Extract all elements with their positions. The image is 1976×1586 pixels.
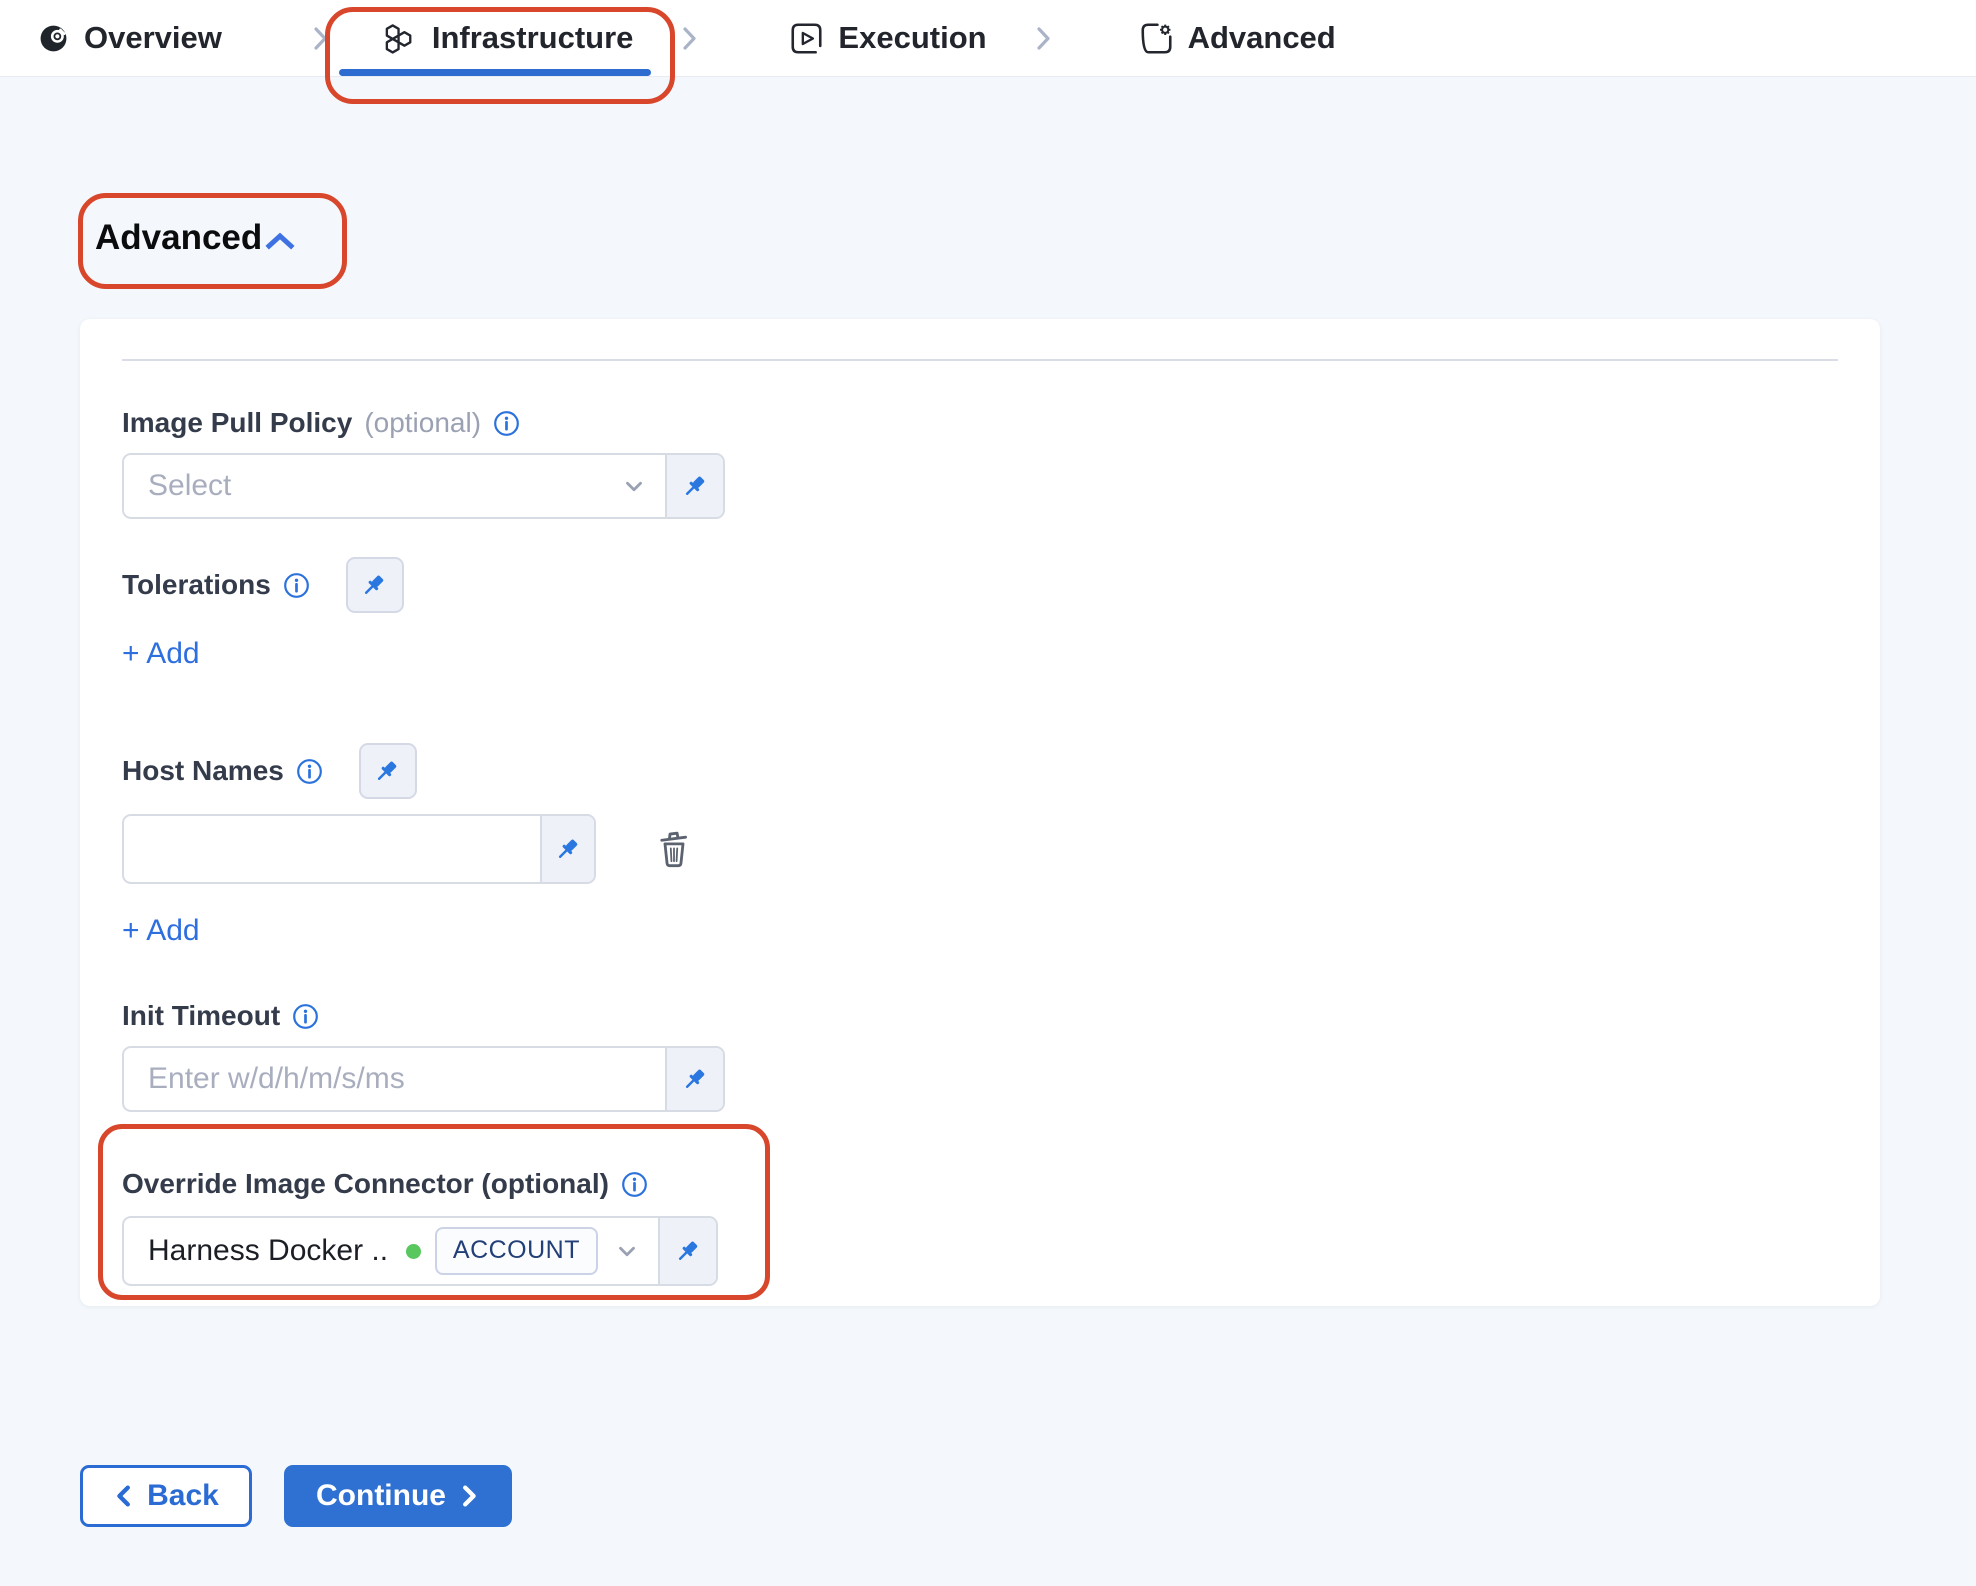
advanced-settings-card: Image Pull Policy (optional) Select <box>80 319 1880 1306</box>
tab-overview[interactable]: Overview <box>38 0 222 76</box>
chevron-right-icon <box>679 25 700 52</box>
annotation-circle-advanced-heading: Advanced <box>78 193 347 289</box>
infrastructure-icon <box>381 22 417 55</box>
host-names-label-row: Host Names <box>122 743 1838 799</box>
pin-icon <box>361 572 388 599</box>
override-connector-select[interactable]: Harness Docker ... ACCOUNT <box>124 1218 658 1284</box>
pin-runtime-input-button[interactable] <box>346 557 404 613</box>
tab-infrastructure[interactable]: Infrastructure <box>381 0 634 76</box>
image-pull-policy-label-row: Image Pull Policy (optional) <box>122 407 1838 439</box>
overview-icon <box>38 23 69 54</box>
init-timeout-input-group <box>122 1046 725 1112</box>
continue-button-label: Continue <box>316 1479 446 1513</box>
card-top-divider <box>122 359 1838 361</box>
override-connector-value: Harness Docker ... <box>148 1234 386 1268</box>
pin-runtime-input-button[interactable] <box>658 1218 716 1284</box>
tab-infrastructure-label: Infrastructure <box>432 20 634 56</box>
connector-scope-badge: ACCOUNT <box>435 1227 598 1275</box>
back-button-label: Back <box>147 1479 219 1513</box>
override-connector-label: Override Image Connector (optional) <box>122 1168 609 1200</box>
chevron-left-icon <box>113 1484 133 1508</box>
image-pull-policy-placeholder: Select <box>148 469 231 503</box>
pin-icon <box>682 473 709 500</box>
tolerations-label: Tolerations <box>122 569 271 601</box>
override-connector-label-row: Override Image Connector (optional) <box>122 1168 822 1200</box>
info-icon[interactable] <box>292 1003 319 1030</box>
image-pull-policy-label: Image Pull Policy <box>122 407 352 439</box>
init-timeout-input[interactable] <box>124 1048 665 1110</box>
init-timeout-label: Init Timeout <box>122 1000 280 1032</box>
tab-overview-label: Overview <box>84 20 222 56</box>
pin-icon <box>555 836 582 863</box>
host-name-input[interactable] <box>124 816 540 882</box>
pin-runtime-input-button[interactable] <box>665 1048 723 1110</box>
host-names-add-button[interactable]: + Add <box>122 914 200 948</box>
pin-icon <box>682 1066 709 1093</box>
override-connector-select-group: Harness Docker ... ACCOUNT <box>122 1216 718 1286</box>
info-icon[interactable] <box>283 572 310 599</box>
image-pull-policy-select-group: Select <box>122 453 725 519</box>
tab-execution-label: Execution <box>838 20 986 56</box>
init-timeout-label-row: Init Timeout <box>122 1000 1838 1032</box>
info-icon[interactable] <box>296 758 323 785</box>
collapse-chevron-up-icon[interactable] <box>264 230 296 252</box>
tab-execution[interactable]: Execution <box>790 0 986 76</box>
connector-status-dot <box>406 1244 421 1259</box>
image-pull-policy-optional: (optional) <box>364 407 481 439</box>
pin-runtime-input-button[interactable] <box>540 816 594 882</box>
tolerations-add-button[interactable]: + Add <box>122 637 200 671</box>
trash-icon <box>656 828 692 870</box>
chevron-down-icon <box>621 473 647 499</box>
pin-runtime-input-button[interactable] <box>359 743 417 799</box>
info-icon[interactable] <box>493 410 520 437</box>
override-image-connector-field: Override Image Connector (optional) Harn… <box>122 1168 822 1286</box>
wizard-footer: Back Continue <box>80 1465 1976 1527</box>
execution-icon <box>790 22 823 55</box>
advanced-tab-icon <box>1140 22 1173 55</box>
tolerations-label-row: Tolerations <box>122 557 1838 613</box>
tab-advanced-label: Advanced <box>1188 20 1336 56</box>
chevron-right-icon <box>1033 25 1054 52</box>
chevron-down-icon <box>614 1238 640 1264</box>
pin-runtime-input-button[interactable] <box>665 455 723 517</box>
image-pull-policy-select[interactable]: Select <box>124 455 665 517</box>
host-names-label: Host Names <box>122 755 284 787</box>
tab-advanced[interactable]: Advanced <box>1140 0 1336 76</box>
stage-stepper-nav: Overview Infrastructure Execution <box>0 0 1976 77</box>
chevron-right-icon <box>310 25 331 52</box>
delete-host-name-button[interactable] <box>656 828 692 870</box>
host-name-input-group <box>122 814 596 884</box>
continue-button[interactable]: Continue <box>284 1465 512 1527</box>
back-button[interactable]: Back <box>80 1465 252 1527</box>
advanced-section-title: Advanced <box>95 218 262 258</box>
pin-icon <box>675 1238 702 1265</box>
chevron-right-icon <box>460 1484 480 1508</box>
info-icon[interactable] <box>621 1171 648 1198</box>
active-tab-underline <box>339 69 652 76</box>
pin-icon <box>374 758 401 785</box>
